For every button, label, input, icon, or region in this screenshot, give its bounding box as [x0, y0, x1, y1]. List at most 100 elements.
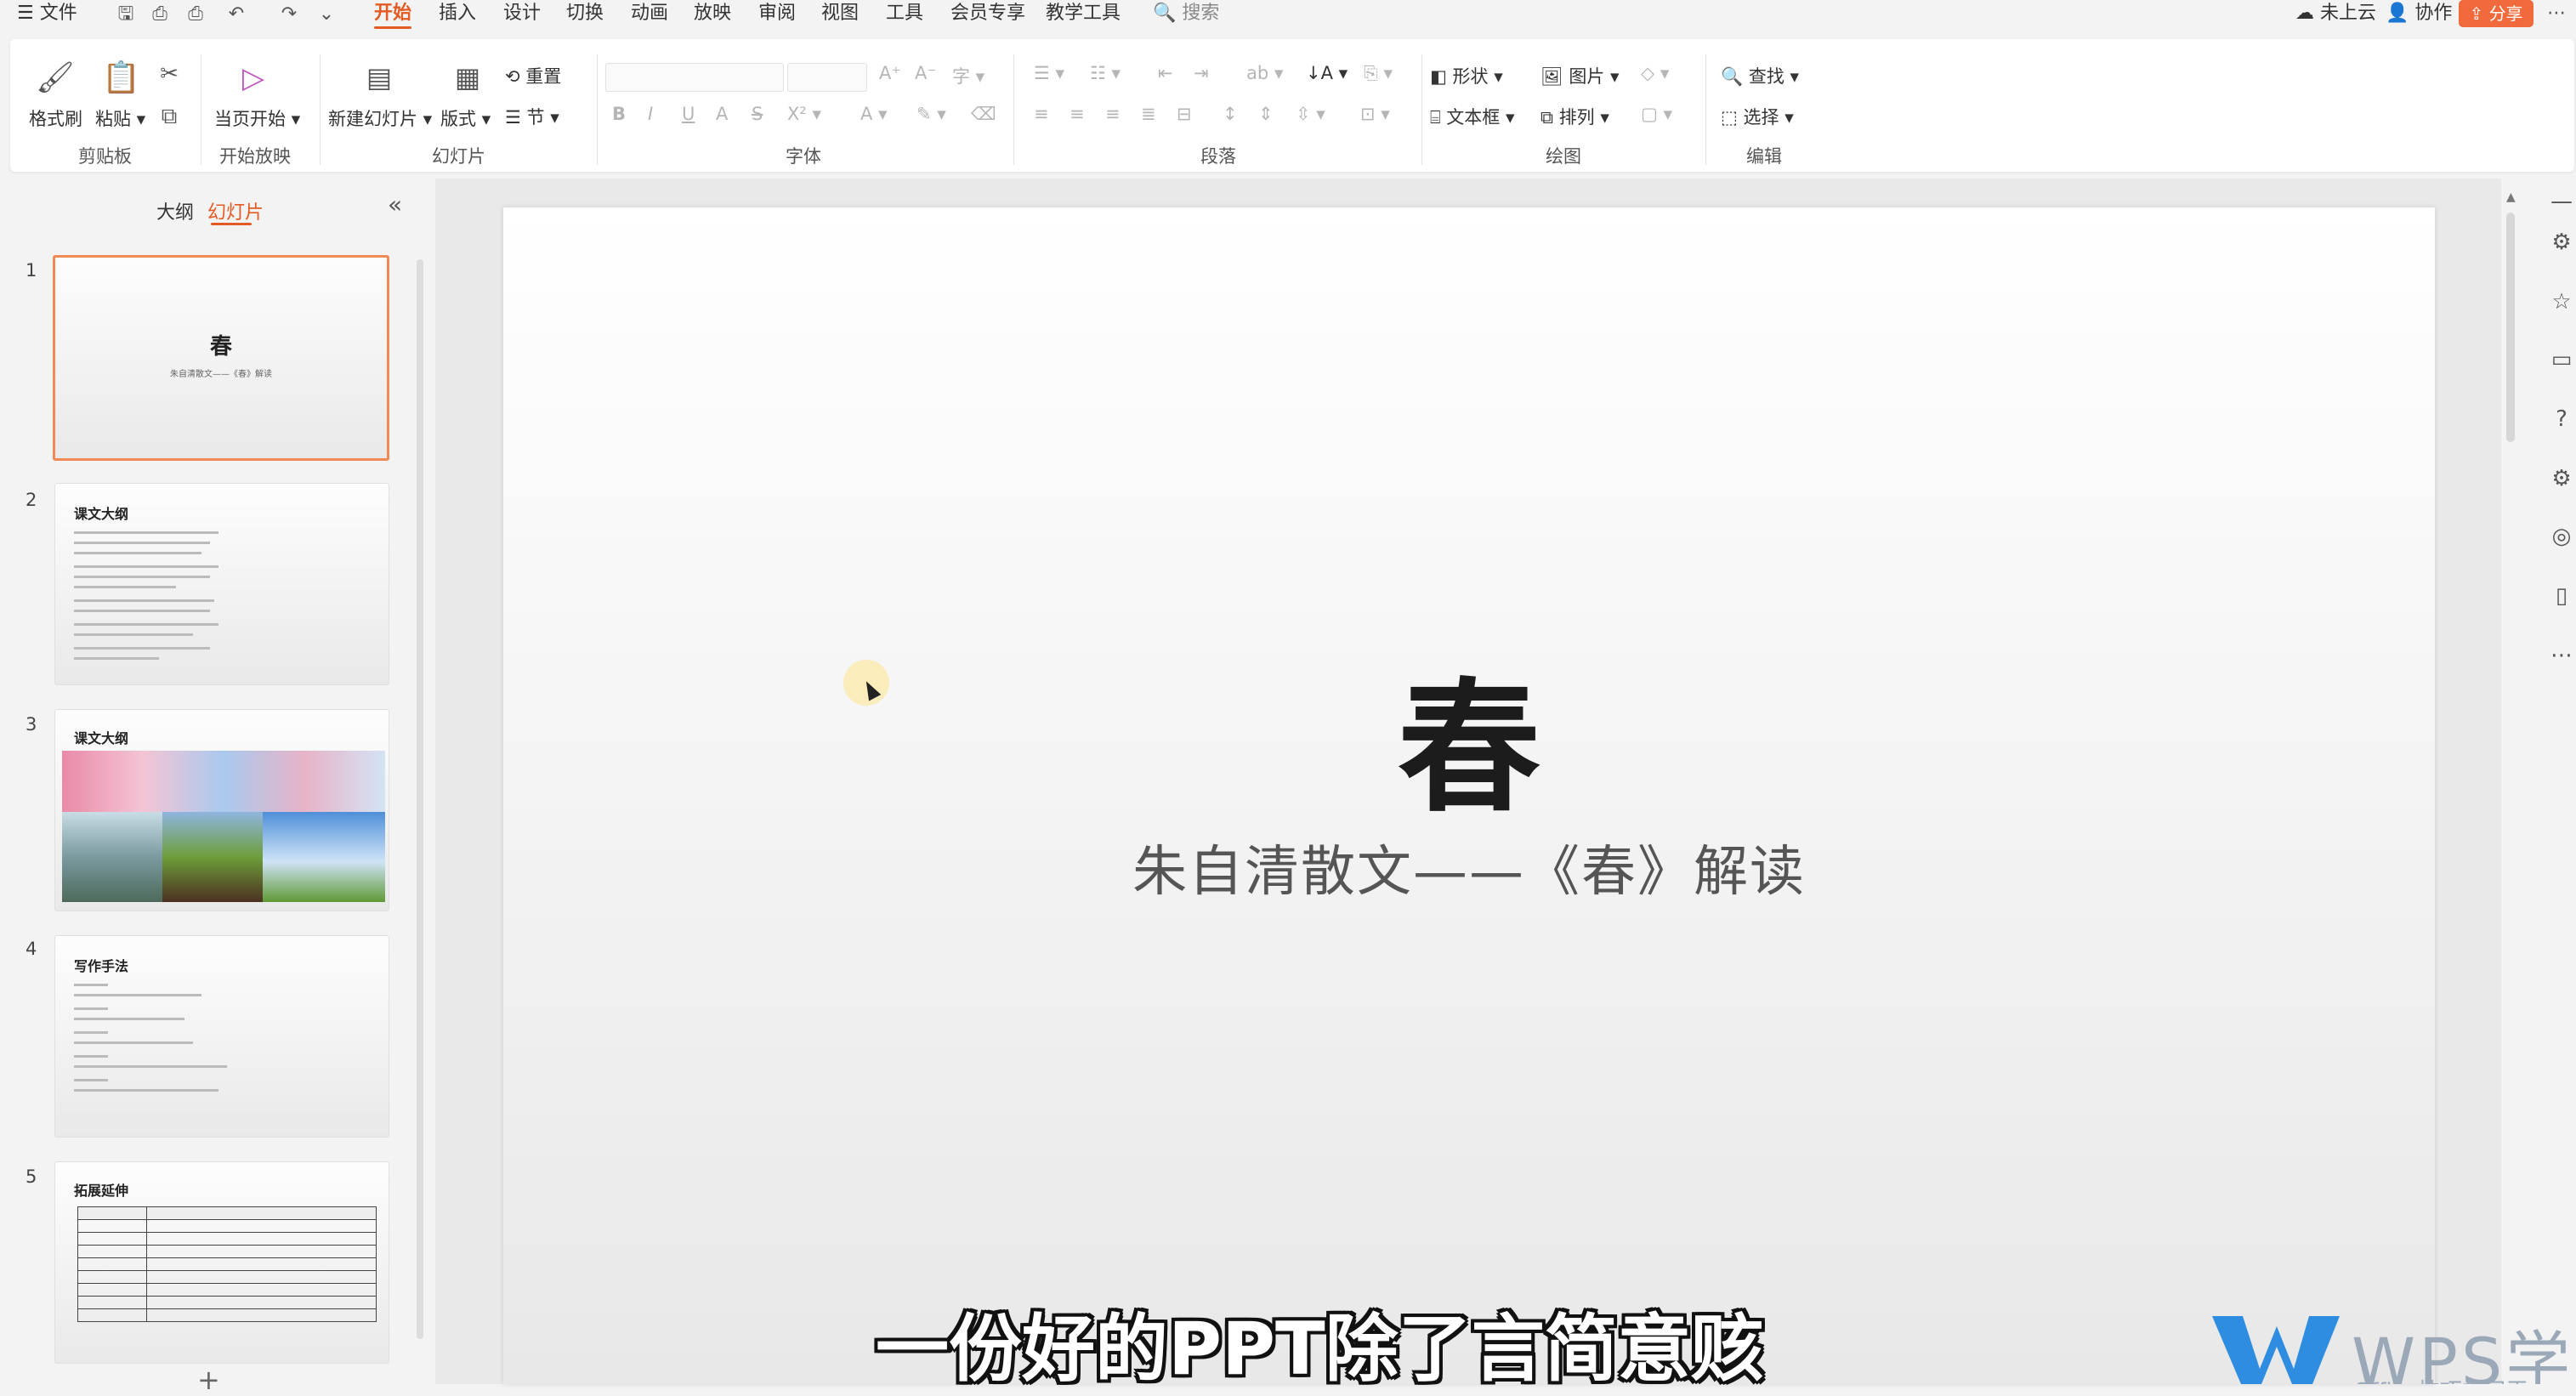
tab-view[interactable]: 视图 [821, 0, 859, 29]
more-icon[interactable]: ⋯ [2547, 0, 2566, 29]
tab-slides[interactable]: 幻灯片 [207, 197, 264, 224]
justify-icon[interactable]: ≣ [1141, 104, 1156, 124]
design-icon[interactable]: ⚙ [2547, 466, 2576, 491]
numbering-icon[interactable]: ☷ ▾ [1090, 63, 1121, 83]
help-icon[interactable]: ? [2547, 406, 2576, 432]
new-slide-icon[interactable]: ▤ [360, 61, 398, 94]
align-center-icon[interactable]: ≡ [1070, 104, 1085, 124]
slide-scrollbar[interactable] [2506, 213, 2515, 442]
tab-tools[interactable]: 工具 [886, 0, 923, 29]
paste-icon[interactable]: 📋 [102, 60, 140, 95]
select-button[interactable]: ⬚ 选择 ▾ [1721, 104, 1794, 129]
copy-icon[interactable]: ⧉ [156, 104, 182, 130]
cloud-status[interactable]: ☁ 未上云 [2295, 0, 2376, 29]
slide-thumbnail-4[interactable]: 写作手法 [54, 935, 389, 1138]
italic-icon[interactable]: I [648, 104, 653, 124]
clear-format-icon[interactable]: ⌫ [971, 104, 996, 124]
para-spacing-icon[interactable]: ⇕ [1258, 104, 1274, 124]
redo-icon[interactable]: ↷ [277, 3, 301, 26]
add-slide-icon[interactable]: + [197, 1364, 220, 1396]
slide-title[interactable]: 春 [503, 633, 2435, 839]
more-tools-icon[interactable]: ⋯ [2547, 643, 2576, 668]
tab-member[interactable]: 会员专享 [950, 0, 1025, 29]
decrease-font-icon[interactable]: A⁻ [915, 63, 936, 83]
convert-smartart-icon[interactable]: ⎘ ▾ [1364, 63, 1393, 84]
format-painter-button[interactable]: 格式刷 [29, 105, 82, 131]
properties-icon[interactable]: ⚙ [2547, 230, 2576, 255]
text-direction-icon[interactable]: ab ▾ [1246, 63, 1283, 83]
slide-thumbnail-5[interactable]: 拓展延伸 [54, 1161, 389, 1364]
format-painter-icon[interactable]: 🖌 [36, 60, 75, 95]
outline-icon[interactable]: ▢ ▾ [1641, 104, 1672, 124]
play-icon[interactable]: ▷ [235, 61, 272, 95]
line-spacing-icon[interactable]: ↕ [1223, 104, 1238, 124]
tab-insert[interactable]: 插入 [439, 0, 476, 29]
tab-animation[interactable]: 动画 [631, 0, 668, 29]
text-align-icon[interactable]: ⊡ ▾ [1360, 104, 1390, 124]
slide-thumbnail-2[interactable]: 课文大纲 [54, 483, 389, 685]
file-menu[interactable]: ☰ 文件 [17, 0, 77, 29]
font-name-dropdown[interactable] [605, 63, 784, 92]
tab-teaching-tools[interactable]: 教学工具 [1046, 0, 1121, 29]
tab-outline[interactable]: 大纲 [156, 197, 194, 224]
reset-button[interactable]: ⟲ 重置 [505, 63, 561, 88]
paste-button[interactable]: 粘贴 ▾ [95, 105, 145, 131]
separator [1013, 54, 1014, 165]
decrease-indent-icon[interactable]: ⇤ [1158, 63, 1173, 83]
increase-font-icon[interactable]: A⁺ [879, 63, 900, 83]
arrange-button[interactable]: ⧉ 排列 ▾ [1540, 104, 1609, 129]
slide-canvas[interactable]: 春 朱自清散文——《春》解读 [503, 207, 2435, 1384]
scroll-up-icon[interactable]: ▲ [2506, 190, 2516, 204]
textbox-button[interactable]: ⌸ 文本框 ▾ [1430, 104, 1515, 129]
highlight-icon[interactable]: ✎ ▾ [916, 104, 946, 124]
comment-icon[interactable]: ▭ [2547, 347, 2576, 372]
layout-icon[interactable]: ▦ [449, 61, 486, 94]
share-button[interactable]: ⇪ 分享 [2459, 0, 2533, 27]
new-slide-button[interactable]: 新建幻灯片 ▾ [328, 105, 432, 131]
section-button[interactable]: ☰ 节 ▾ [505, 104, 559, 129]
shape-button[interactable]: ◧ 形状 ▾ [1430, 63, 1503, 88]
collapse-panel-icon[interactable]: « [388, 190, 402, 218]
distribute-icon[interactable]: ⊟ [1177, 104, 1192, 124]
tab-design[interactable]: 设计 [503, 0, 541, 29]
minimize-panel-icon[interactable]: — [2547, 189, 2576, 214]
columns-icon[interactable]: ⇳ ▾ [1296, 104, 1325, 124]
font-size-dropdown[interactable] [787, 63, 867, 92]
align-right-icon[interactable]: ≡ [1105, 104, 1121, 124]
export-pdf-icon[interactable]: ⎙ [148, 3, 172, 26]
book-icon[interactable]: ▯ [2547, 583, 2576, 609]
cut-icon[interactable]: ✂ [156, 61, 182, 87]
find-button[interactable]: 🔍 查找 ▾ [1721, 63, 1799, 88]
tab-review[interactable]: 审阅 [758, 0, 796, 29]
collab-button[interactable]: 👤 协作 [2386, 0, 2452, 29]
theme-icon[interactable]: ◎ [2547, 524, 2576, 549]
slide-thumbnail-1[interactable]: 春 朱自清散文——《春》解读 [53, 255, 389, 461]
font-color-icon[interactable]: A ▾ [860, 104, 888, 124]
save-icon[interactable]: 🖫 [114, 3, 138, 26]
picture-button[interactable]: 🖼 图片 ▾ [1540, 63, 1620, 88]
tab-slideshow[interactable]: 放映 [694, 0, 731, 29]
increase-indent-icon[interactable]: ⇥ [1194, 63, 1209, 83]
tab-home[interactable]: 开始 [374, 0, 412, 29]
sort-icon[interactable]: ↓A ▾ [1306, 63, 1348, 83]
animation-pane-icon[interactable]: ☆ [2547, 289, 2576, 315]
layout-button[interactable]: 版式 ▾ [440, 105, 491, 131]
slide-subtitle[interactable]: 朱自清散文——《春》解读 [503, 828, 2435, 906]
undo-icon[interactable]: ↶ [224, 3, 248, 26]
customize-quick-access-icon[interactable]: ⌄ [315, 3, 338, 26]
superscript-icon[interactable]: X² ▾ [787, 104, 821, 124]
shadow-text-icon[interactable]: A [716, 104, 728, 124]
phonetic-icon[interactable]: 字 ▾ [952, 63, 984, 88]
bold-icon[interactable]: B [612, 104, 626, 124]
slide-thumbnail-3[interactable]: 课文大纲 [54, 709, 389, 911]
tab-transition[interactable]: 切换 [566, 0, 604, 29]
print-icon[interactable]: ⎙ [184, 3, 207, 26]
play-from-current-button[interactable]: 当页开始 ▾ [214, 105, 300, 131]
search-box[interactable]: 🔍 搜索 [1153, 0, 1219, 29]
strikethrough-icon[interactable]: S [752, 104, 763, 124]
bullets-icon[interactable]: ☰ ▾ [1034, 63, 1064, 83]
fill-icon[interactable]: ◇ ▾ [1641, 63, 1669, 83]
panel-scrollbar[interactable] [417, 259, 423, 1339]
align-left-icon[interactable]: ≡ [1034, 104, 1049, 124]
underline-icon[interactable]: U [682, 104, 695, 124]
